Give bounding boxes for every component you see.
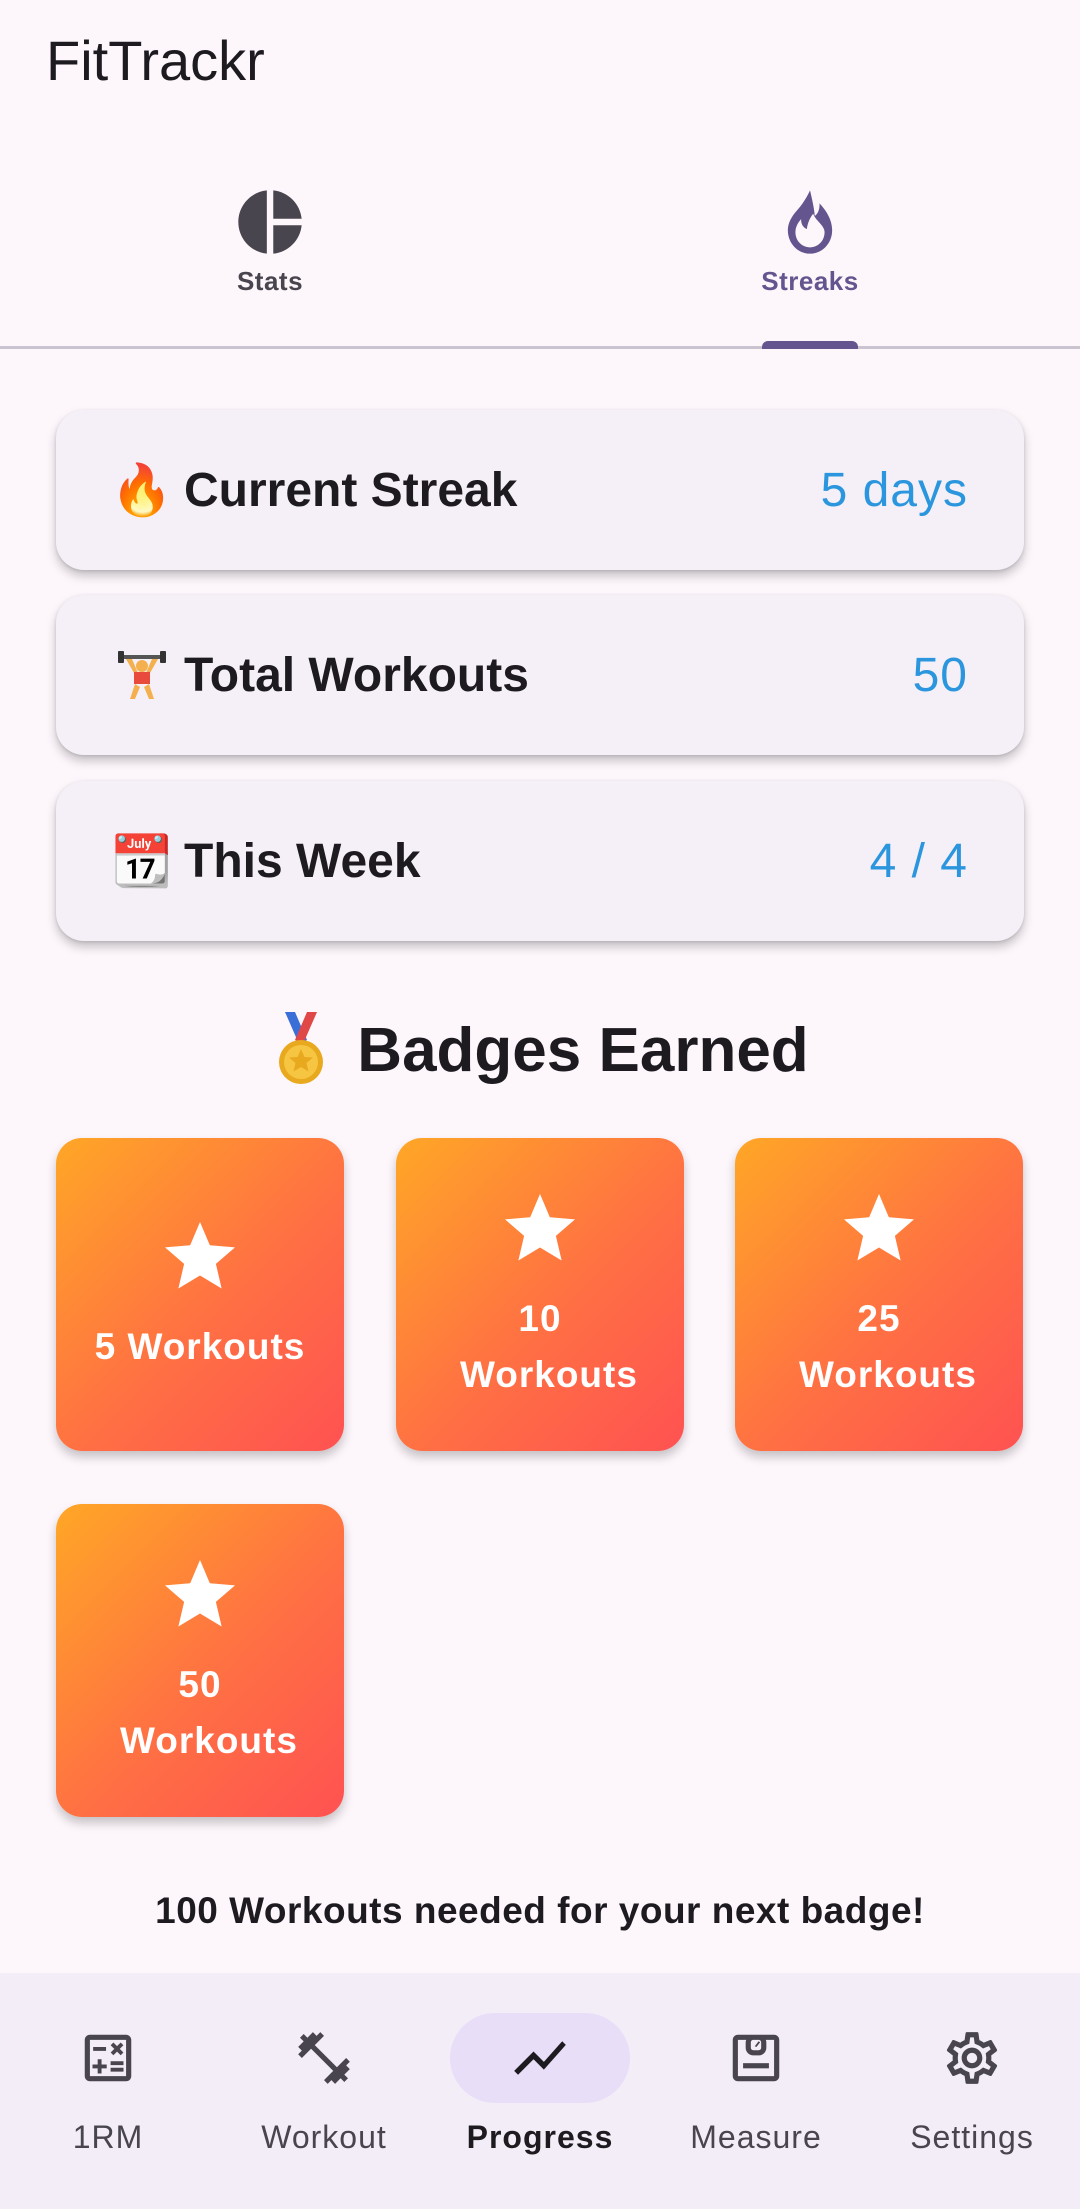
- star-icon: [165, 1559, 235, 1626]
- pie-chart-icon: [238, 190, 302, 254]
- nav-icon-container: [234, 2013, 414, 2103]
- tab-label: Stats: [236, 266, 304, 296]
- scale-icon: [732, 2034, 780, 2082]
- nav-label: Settings: [910, 2119, 1034, 2155]
- nav-icon-container: [882, 2013, 1062, 2103]
- badge-label: 10 Workouts: [460, 1297, 638, 1395]
- tab-bar: Stats Streaks: [0, 160, 1080, 349]
- calendar-icon: 📆: [110, 831, 174, 890]
- this-week-card: 📆 This Week 4 / 4: [56, 781, 1024, 941]
- star-icon: [165, 1221, 235, 1288]
- active-tab-indicator: [762, 341, 858, 349]
- nav-item-measure[interactable]: Measure: [648, 1973, 864, 2209]
- star-icon: [505, 1193, 575, 1260]
- nav-icon-container: [18, 2013, 198, 2103]
- flame-icon: [787, 190, 833, 254]
- stat-label: Current Streak: [184, 463, 518, 517]
- next-badge-hint: 100 Workouts needed for your next badge!: [155, 1890, 925, 1931]
- tab-label: Streaks: [761, 266, 859, 296]
- calculator-icon: [84, 2034, 132, 2082]
- badge-card: 5 Workouts: [56, 1138, 344, 1451]
- stat-label: Total Workouts: [184, 648, 529, 702]
- badge-card: 50 Workouts: [56, 1504, 344, 1817]
- badge-card: 25 Workouts: [735, 1138, 1023, 1451]
- nav-icon-container: [450, 2013, 630, 2103]
- gear-icon: [946, 2032, 998, 2084]
- weightlifter-icon: [112, 649, 172, 701]
- badges-title: Badges Earned: [0, 1010, 1080, 1090]
- stat-value: 50: [912, 648, 968, 702]
- stat-label: This Week: [184, 834, 421, 888]
- nav-item-progress[interactable]: Progress: [432, 1973, 648, 2209]
- tab-streaks[interactable]: Streaks: [540, 160, 1080, 346]
- medal-icon: [279, 1012, 324, 1084]
- stat-value: 4 / 4: [869, 834, 968, 888]
- fire-icon: 🔥: [110, 460, 174, 519]
- dumbbell-icon: [298, 2032, 350, 2084]
- current-streak-card: 🔥 Current Streak 5 days: [56, 410, 1024, 570]
- nav-label: Progress: [466, 2119, 614, 2155]
- badges-title-text: Badges Earned: [357, 1015, 809, 1085]
- app-title: FitTrackr: [46, 29, 265, 92]
- total-workouts-card: Total Workouts 50: [56, 595, 1024, 755]
- trend-line-icon: [514, 2041, 566, 2075]
- nav-label: 1RM: [72, 2119, 144, 2155]
- badge-card: 10 Workouts: [396, 1138, 684, 1451]
- nav-item-workout[interactable]: Workout: [216, 1973, 432, 2209]
- badge-label: 25 Workouts: [799, 1297, 977, 1395]
- nav-label: Measure: [690, 2119, 822, 2155]
- nav-item-1rm[interactable]: 1RM: [0, 1973, 216, 2209]
- badge-label: 5 Workouts: [94, 1325, 306, 1367]
- nav-label: Workout: [261, 2119, 387, 2155]
- badge-label: 50 Workouts: [120, 1663, 298, 1761]
- bottom-navigation: 1RM Workout Progress Measure Settings: [0, 1973, 1080, 2209]
- nav-icon-container: [666, 2013, 846, 2103]
- nav-item-settings[interactable]: Settings: [864, 1973, 1080, 2209]
- stat-value: 5 days: [820, 463, 968, 517]
- star-icon: [844, 1193, 914, 1260]
- tab-stats[interactable]: Stats: [0, 160, 540, 346]
